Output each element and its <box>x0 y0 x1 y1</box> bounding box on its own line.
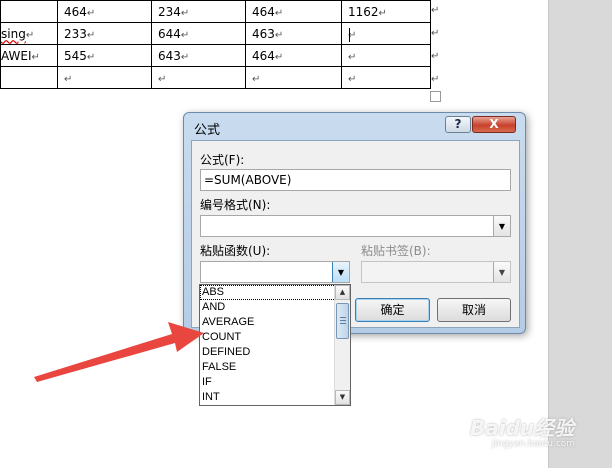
formula-input[interactable]: =SUM(ABOVE) <box>200 169 511 191</box>
list-item[interactable]: COUNT <box>200 330 336 345</box>
paste-function-label: 粘贴函数(U): <box>200 244 271 258</box>
table-cell[interactable]: sing↵ <box>0 22 58 45</box>
help-button[interactable]: ? <box>445 116 471 133</box>
number-format-select[interactable]: ▼ <box>200 215 511 237</box>
table-row: 464↵ 234↵ 464↵ 1162↵ <box>0 0 431 23</box>
table-row: sing↵ 233↵ 644↵ 463↵ ↵ <box>0 22 431 45</box>
list-item[interactable]: IF <box>200 375 336 390</box>
text-cursor <box>349 28 350 42</box>
table-cell[interactable]: ↵ <box>341 44 431 67</box>
chevron-down-icon[interactable]: ▼ <box>493 216 510 236</box>
row-end-mark: ↵ <box>431 74 440 85</box>
list-item[interactable]: AND <box>200 300 336 315</box>
number-format-label: 编号格式(N): <box>200 198 271 212</box>
scrollbar-thumb[interactable] <box>336 303 349 339</box>
table-cell[interactable]: 463↵ <box>245 22 342 45</box>
ok-button[interactable]: 确定 <box>355 298 430 322</box>
table-cell[interactable]: 233↵ <box>57 22 152 45</box>
table-cell[interactable]: 464↵ <box>57 0 152 23</box>
table-cell[interactable]: 545↵ <box>57 44 152 67</box>
list-item[interactable]: AVERAGE <box>200 315 336 330</box>
formula-label: 公式(F): <box>200 153 245 167</box>
watermark-url: jingyan.baidu.com <box>492 439 576 449</box>
table-cell[interactable]: 464↵ <box>245 0 342 23</box>
table-resize-handle[interactable] <box>430 91 441 102</box>
function-items: ABS AND AVERAGE COUNT DEFINED FALSE IF I… <box>200 285 336 405</box>
table-cell[interactable]: 1162↵ <box>341 0 431 23</box>
watermark: Baidu经验 jingyan.baidu.com <box>470 412 575 449</box>
row-end-mark: ↵ <box>431 28 440 39</box>
scroll-down-icon[interactable]: ▼ <box>335 390 350 405</box>
table-cell[interactable]: 234↵ <box>151 0 246 23</box>
formula-value: =SUM(ABOVE) <box>204 173 292 187</box>
chevron-down-icon[interactable]: ▼ <box>332 262 349 282</box>
table-row: ↵ ↵ ↵ ↵ <box>0 66 431 89</box>
paste-function-select[interactable]: ▼ <box>200 261 350 283</box>
table-cell[interactable]: 643↵ <box>151 44 246 67</box>
table-cell[interactable]: ↵ <box>151 66 246 89</box>
table-cell[interactable]: ↵ <box>245 66 342 89</box>
list-item[interactable]: DEFINED <box>200 345 336 360</box>
page-margin <box>548 0 612 468</box>
table-row: AWEI↵ 545↵ 643↵ 464↵ ↵ <box>0 44 431 67</box>
list-item[interactable]: FALSE <box>200 360 336 375</box>
list-item[interactable]: INT <box>200 390 336 405</box>
document-table: 464↵ 234↵ 464↵ 1162↵ sing↵ 233↵ 644↵ 463… <box>0 0 431 89</box>
paste-bookmark-select[interactable]: ▼ <box>361 261 511 283</box>
dialog-title: 公式 <box>194 123 221 138</box>
table-cell[interactable]: 644↵ <box>151 22 246 45</box>
table-cell[interactable]: ↵ <box>57 66 152 89</box>
watermark-logo: Baidu经验 <box>470 416 575 440</box>
row-end-mark: ↵ <box>431 5 440 16</box>
scrollbar[interactable]: ▲ ▼ <box>334 285 350 405</box>
function-dropdown-list[interactable]: ABS AND AVERAGE COUNT DEFINED FALSE IF I… <box>199 284 351 406</box>
row-end-mark: ↵ <box>431 51 440 62</box>
table-cell[interactable] <box>0 0 58 23</box>
close-button[interactable]: X <box>472 116 516 133</box>
table-cell[interactable]: AWEI↵ <box>0 44 58 67</box>
chevron-down-icon[interactable]: ▼ <box>493 262 510 282</box>
table-cell[interactable]: ↵ <box>341 22 431 45</box>
list-item[interactable]: ABS <box>200 285 336 300</box>
table-cell[interactable] <box>0 66 58 89</box>
scroll-up-icon[interactable]: ▲ <box>335 285 350 300</box>
table-cell[interactable]: ↵ <box>341 66 431 89</box>
cancel-button[interactable]: 取消 <box>437 298 511 322</box>
close-icon: X <box>489 117 499 131</box>
paste-bookmark-label: 粘贴书签(B): <box>361 244 431 258</box>
table-cell[interactable]: 464↵ <box>245 44 342 67</box>
